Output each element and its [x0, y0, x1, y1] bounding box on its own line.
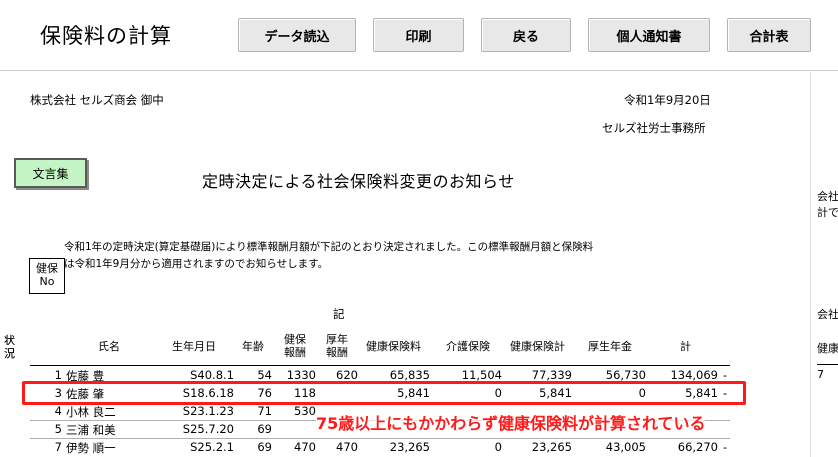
row-age: 69 — [257, 422, 272, 436]
row-age: 69 — [257, 440, 272, 454]
addressee: 株式会社 セルズ商会 御中 — [30, 93, 164, 107]
row-pension: 43,005 — [605, 440, 646, 454]
row-health-reward: 470 — [294, 440, 316, 454]
row-total: 134,069 — [670, 368, 718, 382]
row-birth: S40.8.1 — [190, 368, 234, 382]
row-pension-reward: 470 — [336, 440, 358, 454]
header-underline — [30, 365, 730, 366]
row-name: 三浦 和美 — [66, 423, 116, 437]
row-name: 小林 良二 — [66, 405, 116, 419]
highlight-box — [22, 381, 746, 405]
ki-label: 記 — [333, 307, 345, 321]
row-age: 71 — [257, 404, 272, 418]
row-birth: S23.1.23 — [182, 404, 234, 418]
adjacent-value-1: 7 — [817, 368, 824, 381]
row-health-reward: 1330 — [286, 368, 316, 382]
phrase-collection-button[interactable]: 文言集 — [14, 158, 87, 188]
row-pension-reward: 620 — [336, 368, 358, 382]
adjacent-text-3: 会社 — [817, 308, 838, 321]
notice-date: 令和1年9月20日 — [624, 93, 711, 107]
row-age: 54 — [257, 368, 272, 382]
row-no: 7 — [54, 440, 62, 454]
adjacent-text-2: 計で — [817, 206, 838, 219]
adjacent-sheet: 会社 計で 会社 健康 7 — [810, 72, 838, 457]
row-health-total: 23,265 — [531, 440, 572, 454]
birth-header: 生年月日 — [172, 340, 216, 353]
care-premium-header: 介護保険 — [446, 340, 490, 353]
row-total: 66,270 — [677, 440, 718, 454]
print-button[interactable]: 印刷 — [373, 18, 464, 52]
row-no: 4 — [54, 404, 62, 418]
pension-header: 厚生年金 — [588, 340, 632, 353]
row-health-reward: 530 — [294, 404, 316, 418]
back-button[interactable]: 戻る — [481, 18, 571, 52]
row-name: 伊勢 順一 — [66, 441, 116, 455]
health-no-header: 健保 No — [36, 262, 58, 288]
health-total-header: 健康保険計 — [510, 340, 565, 353]
table-row: 7 伊勢 順一 S25.2.1 69 470 470 23,265 0 23,2… — [0, 439, 810, 456]
row-no: 1 — [54, 368, 62, 382]
row-birth: S25.7.20 — [182, 422, 234, 436]
row-health-premium: 65,835 — [389, 368, 430, 382]
toolbar: 保険料の計算 データ読込 印刷 戻る 個人通知書 合計表 — [0, 0, 838, 71]
age-header: 年齢 — [242, 340, 264, 353]
body-line-1: 令和1年の定時決定(算定基礎届)により標準報酬月額が下記のとおり決定されました。… — [64, 241, 594, 253]
row-dash: - — [723, 440, 728, 454]
row-health-premium: 23,265 — [389, 440, 430, 454]
row-birth: S25.2.1 — [190, 440, 234, 454]
annotation-text: 75歳以上にもかかわらず健康保険料が計算されている — [316, 410, 706, 434]
sender: セルズ社労士事務所 — [602, 121, 706, 135]
row-dash: - — [723, 368, 728, 382]
total-table-button[interactable]: 合計表 — [727, 18, 811, 52]
status-header-cell: 状 況 — [4, 334, 15, 360]
pension-reward-header: 厚年 報酬 — [326, 333, 348, 359]
name-header: 氏名 — [98, 340, 120, 353]
adjacent-text-1: 会社 — [817, 190, 838, 203]
adjacent-text-4: 健康 — [817, 342, 838, 355]
adjacent-divider — [817, 364, 838, 365]
health-reward-header: 健保 報酬 — [284, 333, 306, 359]
row-pension: 56,730 — [605, 368, 646, 382]
row-care-premium: 0 — [494, 440, 502, 454]
total-header: 計 — [680, 340, 691, 353]
health-premium-header: 健康保険料 — [366, 340, 421, 353]
data-read-button[interactable]: データ読込 — [238, 18, 356, 52]
row-no: 5 — [54, 422, 62, 436]
app-title: 保険料の計算 — [40, 24, 172, 48]
notice-title: 定時決定による社会保険料変更のお知らせ — [202, 172, 515, 191]
row-health-total: 77,339 — [531, 368, 572, 382]
body-line-2: は令和1年9月分から適用されますのでお知らせします。 — [64, 258, 329, 270]
row-care-premium: 11,504 — [461, 368, 502, 382]
individual-notice-button[interactable]: 個人通知書 — [588, 18, 710, 52]
